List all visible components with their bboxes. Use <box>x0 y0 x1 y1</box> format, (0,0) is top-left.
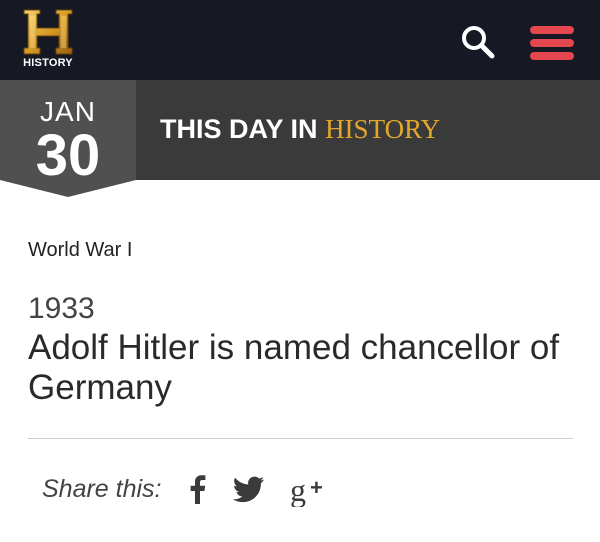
title-suffix: HISTORY <box>325 114 441 144</box>
search-button[interactable] <box>460 24 496 60</box>
article-category[interactable]: World War I <box>28 239 132 262</box>
twitter-icon <box>232 476 264 503</box>
title-prefix: THIS DAY IN <box>160 114 318 144</box>
date-badge: JAN 30 <box>0 80 136 197</box>
hamburger-menu-icon <box>530 26 574 34</box>
top-nav-bar: HISTORY <box>0 0 600 80</box>
article-headline: Adolf Hitler is named chancellor of Germ… <box>28 328 560 407</box>
hamburger-menu-icon <box>530 39 574 47</box>
history-logo[interactable]: HISTORY <box>16 8 80 74</box>
history-logo-icon <box>23 9 73 55</box>
logo-wordmark: HISTORY <box>23 57 73 69</box>
facebook-icon <box>190 475 206 504</box>
svg-text:g: g <box>290 473 306 507</box>
menu-button[interactable] <box>530 24 574 62</box>
google-plus-share-button[interactable]: g + <box>290 472 330 508</box>
twitter-share-button[interactable] <box>232 473 266 505</box>
article-year: 1933 <box>28 292 95 325</box>
svg-text:+: + <box>310 475 323 500</box>
hamburger-menu-icon <box>530 52 574 60</box>
this-day-in-history-title: THIS DAY IN HISTORY <box>160 113 440 145</box>
share-label: Share this: <box>42 475 162 503</box>
divider <box>28 438 573 439</box>
facebook-share-button[interactable] <box>188 473 208 505</box>
date-day: 30 <box>35 123 101 188</box>
search-icon <box>462 26 495 59</box>
google-plus-icon: g + <box>290 472 323 508</box>
